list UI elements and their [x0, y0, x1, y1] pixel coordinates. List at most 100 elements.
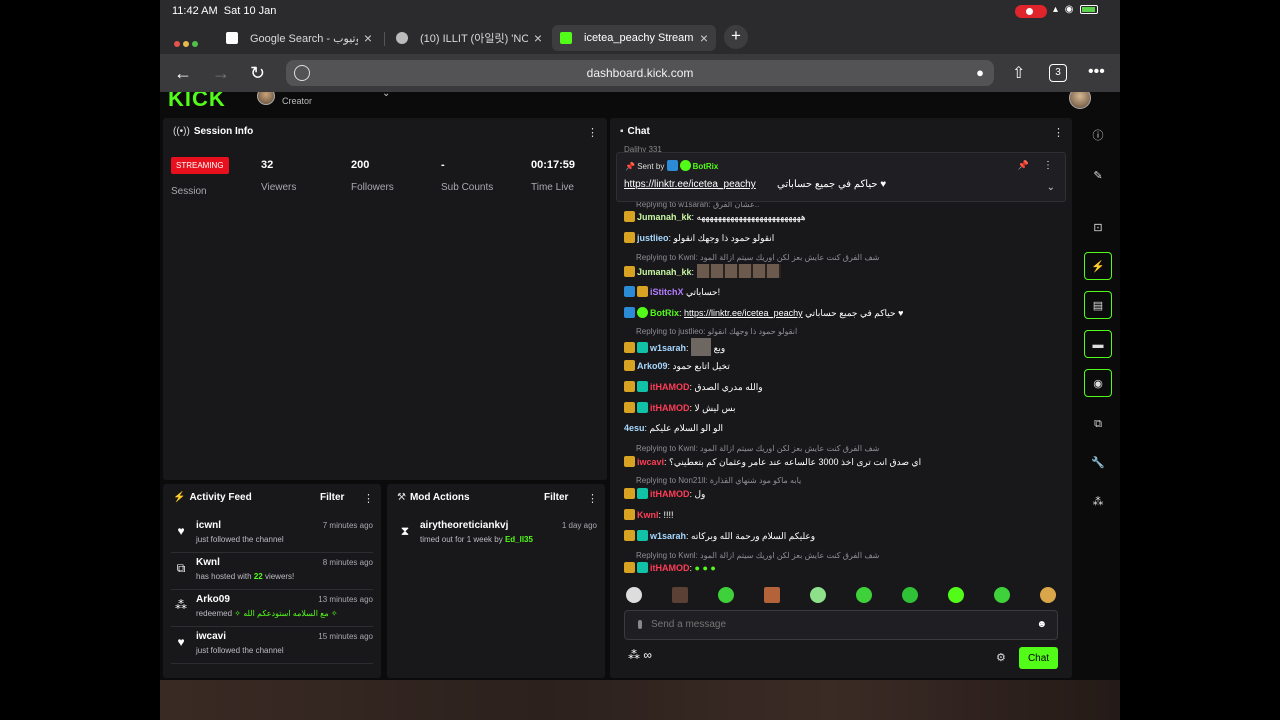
- focus-icon[interactable]: ⊡: [1084, 214, 1112, 242]
- role-label: Creator: [282, 96, 313, 106]
- avatar[interactable]: [257, 92, 275, 105]
- layout-icon[interactable]: ⧉: [1084, 410, 1112, 438]
- reload-icon[interactable]: ↻: [250, 63, 265, 84]
- edit-icon[interactable]: ✎: [1084, 162, 1112, 190]
- close-tab-icon[interactable]: ×: [364, 30, 372, 46]
- emote-image: [691, 338, 712, 356]
- kick-logo[interactable]: KICK: [168, 92, 226, 112]
- activity-feed-panel: ⚡ Activity Feed Filter ⋮ ♥ icwnl 7 minute…: [163, 484, 381, 678]
- tab-google[interactable]: Google Search - يوتيوب ×: [218, 25, 380, 51]
- microphone-icon[interactable]: ●: [976, 65, 984, 80]
- emote-button[interactable]: [902, 587, 918, 603]
- panel-menu-icon[interactable]: ⋮: [363, 492, 374, 505]
- share-icon[interactable]: ⇧: [1012, 63, 1025, 83]
- emote-button[interactable]: [810, 587, 826, 603]
- chat-settings-icon[interactable]: ⚙: [996, 651, 1006, 664]
- activity-user[interactable]: Kwnl: [196, 557, 220, 568]
- chat-text: هههههههههههههههههههههههههه: [696, 212, 806, 222]
- chat-text: حساباتي!: [686, 287, 721, 297]
- crown-icon: [624, 562, 635, 573]
- chat-username[interactable]: 4esu: [624, 423, 645, 433]
- chat-username[interactable]: iStitchX: [650, 287, 684, 297]
- tab-kick[interactable]: icetea_peachy Stream - Kick ×: [552, 25, 716, 51]
- unpin-icon[interactable]: 📌: [1018, 160, 1029, 171]
- viewers-value: 32: [261, 159, 274, 171]
- close-tab-icon[interactable]: ×: [534, 30, 542, 46]
- emote-button[interactable]: [948, 587, 964, 603]
- emote-button[interactable]: [764, 587, 780, 603]
- chat-input[interactable]: [651, 619, 1011, 630]
- pinned-menu-icon[interactable]: ⋮: [1043, 160, 1053, 171]
- activity-user[interactable]: Arko09: [196, 594, 230, 605]
- send-chat-button[interactable]: Chat: [1019, 647, 1058, 669]
- panel-menu-icon[interactable]: ⋮: [1053, 126, 1064, 139]
- chat-username[interactable]: Jumanah_kk: [637, 212, 692, 222]
- chat-title: ▪ Chat: [620, 126, 650, 137]
- emote-button[interactable]: [626, 587, 642, 603]
- chat-username[interactable]: w1sarah: [650, 343, 686, 353]
- activity-user[interactable]: icwnl: [196, 520, 221, 531]
- pinned-username[interactable]: BotRix: [693, 162, 719, 171]
- chat-username[interactable]: justlieo: [637, 233, 669, 243]
- chat-username[interactable]: Arko09: [637, 361, 668, 371]
- chat-link[interactable]: https://linktr.ee/icetea_peachy: [684, 308, 803, 318]
- chat-username[interactable]: w1sarah: [650, 531, 686, 541]
- activity-user[interactable]: iwcavi: [196, 631, 226, 642]
- profile-avatar[interactable]: [1069, 92, 1091, 109]
- mod-badge-icon: [637, 562, 648, 573]
- emote-button[interactable]: [856, 587, 872, 603]
- emote-button[interactable]: [718, 587, 734, 603]
- emoji-icon[interactable]: ☻: [1036, 619, 1047, 630]
- chat-username[interactable]: Kwnl: [637, 510, 659, 520]
- chat-text: ول: [694, 489, 706, 499]
- chat-username[interactable]: itHAMOD: [650, 489, 690, 499]
- chat-icon[interactable]: ▬: [1084, 330, 1112, 358]
- address-bar[interactable]: dashboard.kick.com ●: [286, 60, 994, 86]
- window-dots[interactable]: [174, 34, 201, 52]
- chevron-down-icon[interactable]: ⌄: [1047, 182, 1055, 193]
- info-icon[interactable]: ⓘ: [1084, 122, 1112, 150]
- mod-filter-button[interactable]: Filter: [544, 492, 568, 503]
- chevron-down-icon[interactable]: ⌄: [382, 92, 390, 99]
- emote-button[interactable]: [994, 587, 1010, 603]
- tab-youtube[interactable]: (10) ILLIT (아일릿) 'NOT CUTE ANYMORE' ×: [388, 25, 550, 51]
- notes-icon[interactable]: ▤: [1084, 291, 1112, 319]
- close-tab-icon[interactable]: ×: [700, 30, 708, 46]
- chat-username[interactable]: iwcavi: [637, 457, 664, 467]
- drag-handle-icon[interactable]: [638, 620, 642, 629]
- back-icon[interactable]: ←: [174, 63, 192, 84]
- wrench-icon[interactable]: 🔧: [1084, 449, 1112, 477]
- kick-points-button[interactable]: ⁂ ∞: [628, 648, 652, 662]
- chat-username[interactable]: itHAMOD: [650, 403, 690, 413]
- emote-button[interactable]: [672, 587, 688, 603]
- bolt-icon[interactable]: ⚡: [1084, 252, 1112, 280]
- chat-text: انقولو حمود ذا وجهك انقولو: [673, 233, 775, 243]
- chat-username[interactable]: itHAMOD: [650, 563, 690, 573]
- activity-filter-button[interactable]: Filter: [320, 492, 344, 503]
- panel-menu-icon[interactable]: ⋮: [587, 492, 598, 505]
- new-tab-button[interactable]: +: [724, 25, 748, 49]
- desc-text: redeemed: [196, 609, 235, 618]
- url-text[interactable]: dashboard.kick.com: [286, 66, 994, 80]
- moderator-name[interactable]: Ed_ll35: [505, 535, 533, 544]
- more-icon[interactable]: •••: [1088, 63, 1105, 81]
- tab-count-button[interactable]: 3: [1049, 64, 1067, 82]
- desc-text: viewers!: [262, 572, 295, 581]
- chat-username[interactable]: itHAMOD: [650, 382, 690, 392]
- hourglass-icon: ⧗: [400, 524, 410, 538]
- battery-icon: [1080, 4, 1099, 14]
- mod-badge-icon: [637, 381, 648, 392]
- chat-message: Kwnl: !!!!: [624, 509, 674, 520]
- kick-points-icon[interactable]: ⁂: [1084, 488, 1112, 516]
- emote-button[interactable]: [1040, 587, 1056, 603]
- broadcast-icon[interactable]: ◉: [1084, 369, 1112, 397]
- chat-message: justlieo: انقولو حمود ذا وجهك انقولو: [624, 232, 774, 244]
- panel-menu-icon[interactable]: ⋮: [587, 126, 598, 139]
- forward-icon[interactable]: →: [212, 63, 230, 84]
- chat-username[interactable]: Jumanah_kk: [637, 267, 692, 277]
- pinned-link[interactable]: https://linktr.ee/icetea_peachy: [624, 179, 756, 190]
- activity-item: ⧉ Kwnl 8 minutes ago has hosted with 22 …: [171, 553, 373, 590]
- chat-username[interactable]: BotRix: [650, 308, 679, 318]
- mod-action-user[interactable]: airytheoreticiankvj: [420, 520, 508, 531]
- bot-badge-icon: [624, 286, 635, 297]
